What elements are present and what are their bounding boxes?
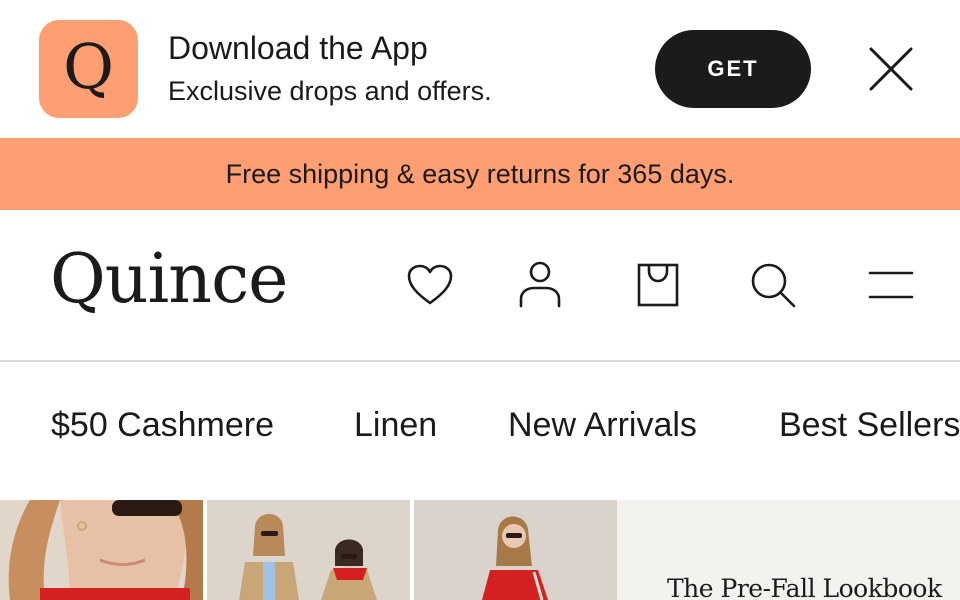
nav-item-best-sellers[interactable]: Best Sellers [779,406,960,445]
promo-text: Free shipping & easy returns for 365 day… [225,158,735,189]
close-icon [869,47,913,91]
brand-logo[interactable]: Quince [50,240,288,319]
account-icon [519,261,561,308]
hero-section: The Pre-Fall Lookbook [0,500,960,600]
cart-button[interactable] [633,260,683,310]
app-logo: Q [39,20,138,118]
hero-image-3[interactable] [414,500,617,600]
close-banner-button[interactable] [866,44,916,94]
wishlist-button[interactable] [405,260,455,310]
hero-image-2[interactable] [207,500,410,600]
app-download-banner: Q Download the App Exclusive drops and o… [0,0,960,138]
nav-item-linen[interactable]: Linen [354,406,437,445]
lookbook-title: The Pre-Fall Lookbook [667,574,942,600]
lookbook-panel[interactable]: The Pre-Fall Lookbook [617,500,960,600]
account-button[interactable] [515,260,565,310]
hero-image-1[interactable] [0,500,203,600]
category-nav: $50 Cashmere Linen New Arrivals Best Sel… [0,362,960,500]
menu-button[interactable] [866,260,916,310]
search-button[interactable] [748,260,798,310]
app-banner-subtitle: Exclusive drops and offers. [168,76,492,106]
hero-image-1-art [0,500,203,600]
promo-bar: Free shipping & easy returns for 365 day… [0,138,960,210]
menu-icon [868,271,914,299]
app-banner-title: Download the App [168,30,428,66]
nav-item-cashmere[interactable]: $50 Cashmere [51,406,274,445]
heart-icon [407,264,453,305]
app-logo-letter: Q [63,30,114,103]
search-icon [751,263,796,308]
hero-image-3-art [414,500,617,600]
bag-icon [637,263,679,307]
get-app-button[interactable]: GET [655,30,811,108]
site-header: Quince [0,210,960,362]
hero-image-2-art [207,500,410,600]
nav-item-new-arrivals[interactable]: New Arrivals [508,406,697,445]
